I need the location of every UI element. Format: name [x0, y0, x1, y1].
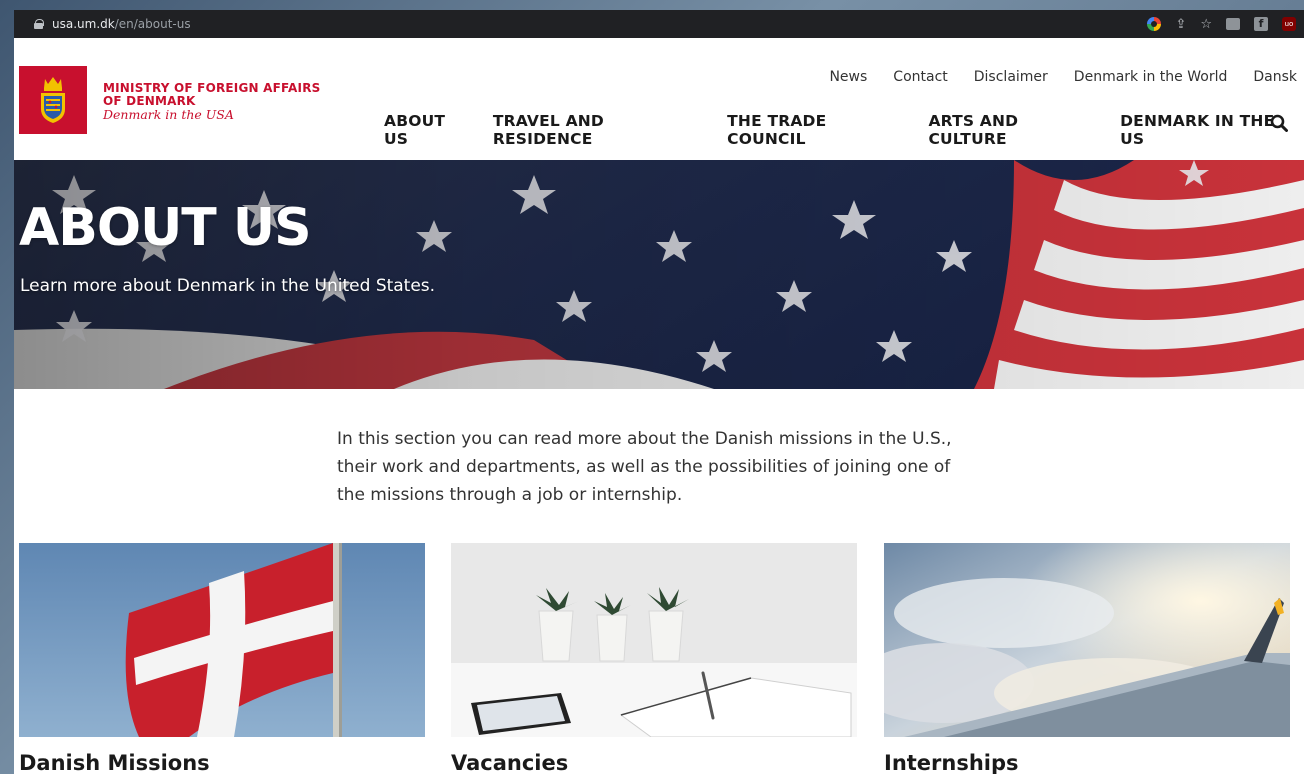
- nav-about-us[interactable]: ABOUT US: [384, 112, 475, 148]
- url-text[interactable]: usa.um.dk/en/about-us: [52, 17, 191, 31]
- nav-the-trade-council[interactable]: THE TRADE COUNCIL: [727, 112, 910, 148]
- airplane-wing-image: [884, 543, 1290, 737]
- hero-banner: ABOUT US Learn more about Denmark in the…: [14, 160, 1304, 389]
- utility-nav: News Contact Disclaimer Denmark in the W…: [829, 69, 1297, 85]
- card-title[interactable]: Vacancies: [451, 751, 857, 774]
- share-icon[interactable]: ⇪: [1175, 18, 1186, 31]
- intro-paragraph: In this section you can read more about …: [337, 429, 952, 505]
- facebook-extension-icon[interactable]: f: [1254, 17, 1268, 31]
- lock-icon: [34, 19, 44, 29]
- google-icon[interactable]: [1147, 17, 1162, 31]
- card-title[interactable]: Internships: [884, 751, 1290, 774]
- link-denmark-in-the-world[interactable]: Denmark in the World: [1074, 69, 1228, 85]
- nav-travel-and-residence[interactable]: TRAVEL AND RESIDENCE: [493, 112, 709, 148]
- nav-arts-and-culture[interactable]: ARTS AND CULTURE: [928, 112, 1102, 148]
- page-subtitle: Learn more about Denmark in the United S…: [20, 276, 436, 296]
- extension-icon[interactable]: [1226, 18, 1240, 30]
- ministry-tagline: Denmark in the USA: [103, 107, 234, 122]
- main-nav: ABOUT US TRAVEL AND RESIDENCE THE TRADE …: [384, 112, 1304, 148]
- card-title[interactable]: Danish Missions: [19, 751, 425, 774]
- address-bar[interactable]: usa.um.dk/en/about-us ⇪ ☆ f uo: [14, 10, 1304, 38]
- ublock-icon[interactable]: uo: [1282, 17, 1296, 31]
- link-news[interactable]: News: [829, 69, 867, 85]
- card-vacancies[interactable]: Vacancies: [451, 543, 857, 774]
- link-disclaimer[interactable]: Disclaimer: [974, 69, 1048, 85]
- browser-toolbar-icons: ⇪ ☆ f uo: [1147, 10, 1296, 38]
- coat-of-arms-logo[interactable]: [19, 66, 87, 134]
- ministry-name[interactable]: MINISTRY OF FOREIGN AFFAIRS OF DENMARK D…: [103, 82, 320, 122]
- link-contact[interactable]: Contact: [893, 69, 947, 85]
- star-icon[interactable]: ☆: [1200, 18, 1212, 31]
- danish-flag-image: [19, 543, 425, 737]
- link-dansk[interactable]: Dansk: [1253, 69, 1297, 85]
- page-title: ABOUT US: [19, 198, 312, 258]
- search-icon[interactable]: [1270, 114, 1288, 132]
- card-internships[interactable]: Internships: [884, 543, 1290, 774]
- desk-plants-image: [451, 543, 857, 737]
- us-flag-image: [14, 160, 1304, 389]
- browser-window: usa.um.dk/en/about-us ⇪ ☆ f uo MINISTRY …: [14, 10, 1304, 774]
- crown-shield-icon: [41, 77, 65, 123]
- card-danish-missions[interactable]: Danish Missions: [19, 543, 425, 774]
- site-header: MINISTRY OF FOREIGN AFFAIRS OF DENMARK D…: [14, 38, 1304, 160]
